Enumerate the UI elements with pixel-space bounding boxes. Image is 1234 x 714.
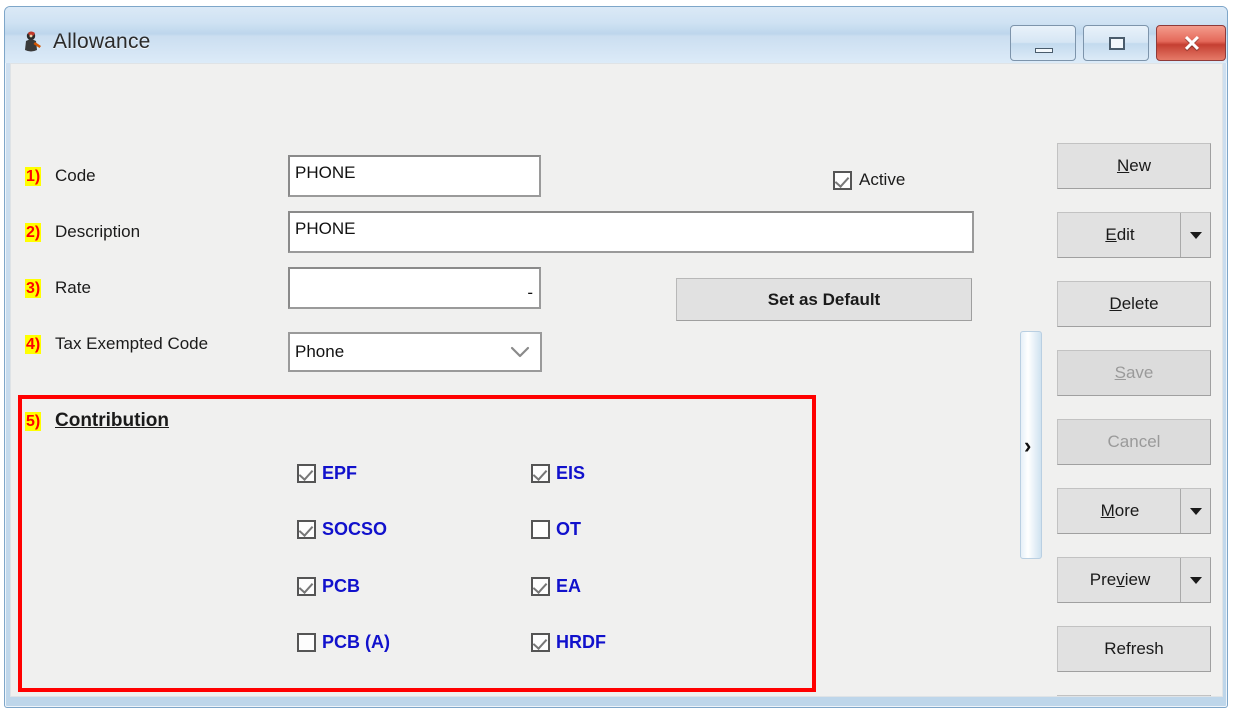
chevron-down-icon	[1189, 508, 1202, 516]
client-area: 1) Code PHONE Active 2) Description PHON…	[10, 63, 1223, 697]
chevron-down-icon	[1189, 232, 1202, 240]
checkbox-icon-ot	[531, 520, 550, 539]
minimize-button[interactable]	[1010, 25, 1076, 61]
checkbox-icon-hrdf	[531, 633, 550, 652]
checkbox-icon-pcb	[297, 577, 316, 596]
description-input[interactable]: PHONE	[288, 211, 974, 253]
close-button[interactable]: ✕	[1156, 25, 1226, 61]
contribution-annotation-box	[18, 395, 816, 692]
preview-dropdown-toggle[interactable]	[1180, 558, 1210, 602]
delete-button[interactable]: Delete	[1057, 281, 1211, 327]
checkbox-eis[interactable]: EIS	[531, 463, 585, 484]
refresh-button-label: Refresh	[1104, 639, 1164, 658]
checkbox-epf[interactable]: EPF	[297, 463, 357, 484]
checkbox-label-ea: EA	[556, 576, 582, 596]
description-label: Description	[55, 222, 141, 241]
checkbox-icon-socso	[297, 520, 316, 539]
rate-label: Rate	[55, 278, 91, 297]
checkbox-label-hrdf: HRDF	[556, 632, 606, 652]
checkbox-label-pcb-a: PCB (A)	[322, 632, 390, 652]
tax-exempted-code-value: Phone	[295, 342, 345, 361]
maximize-button[interactable]	[1083, 25, 1149, 61]
tax-exempted-code-select[interactable]: Phone	[288, 332, 542, 372]
marker-2: 2)	[25, 223, 42, 242]
edit-dropdown-toggle[interactable]	[1180, 213, 1210, 257]
description-value: PHONE	[295, 219, 356, 238]
window-title: Allowance	[53, 30, 151, 53]
cancel-button: Cancel	[1057, 419, 1211, 465]
more-button-label: More	[1100, 501, 1140, 520]
checkbox-hrdf[interactable]: HRDF	[531, 632, 606, 653]
save-button-label: Save	[1114, 363, 1154, 382]
checkbox-icon-epf	[297, 464, 316, 483]
edit-button-label: Edit	[1105, 225, 1135, 244]
checkbox-pcb[interactable]: PCB	[297, 576, 360, 597]
rate-suffix: -	[527, 283, 533, 302]
checkbox-ot[interactable]: OT	[531, 519, 581, 540]
splitter-expand-icon[interactable]: ›	[1024, 435, 1031, 457]
checkbox-label-eis: EIS	[556, 463, 586, 483]
new-button[interactable]: New	[1057, 143, 1211, 189]
checkbox-icon-pcb-a	[297, 633, 316, 652]
checkbox-label-epf: EPF	[322, 463, 358, 483]
restore-icon	[1109, 37, 1125, 50]
active-checkbox[interactable]: Active	[833, 170, 905, 190]
marker-3: 3)	[25, 279, 42, 298]
checkbox-icon-ea	[531, 577, 550, 596]
close-icon: ✕	[1182, 31, 1202, 56]
cancel-button-label: Cancel	[1107, 432, 1161, 451]
active-label: Active	[859, 170, 906, 189]
marker-5: 5)	[25, 412, 42, 431]
set-as-default-button[interactable]: Set as Default	[676, 278, 972, 321]
checkbox-socso[interactable]: SOCSO	[297, 519, 387, 540]
minimize-icon	[1035, 48, 1053, 53]
contribution-title: Contribution	[55, 410, 169, 431]
refresh-button[interactable]: Refresh	[1057, 626, 1211, 672]
save-button: Save	[1057, 350, 1211, 396]
preview-button-label: Preview	[1089, 570, 1151, 589]
rate-input[interactable]: -	[288, 267, 541, 309]
browse-button[interactable]: Browse	[1057, 695, 1211, 696]
delete-button-label: Delete	[1109, 294, 1159, 313]
checkbox-pcb-a[interactable]: PCB (A)	[297, 632, 390, 653]
checkbox-icon-eis	[531, 464, 550, 483]
chevron-down-icon	[1189, 577, 1202, 585]
marker-4: 4)	[25, 335, 42, 354]
code-value: PHONE	[295, 163, 356, 182]
more-button[interactable]: More	[1057, 488, 1211, 534]
new-button-label: New	[1116, 156, 1151, 175]
allowance-window: Allowance ✕ 1) Code PHONE Active 2) Desc…	[4, 6, 1228, 708]
preview-button[interactable]: Preview	[1057, 557, 1211, 603]
code-label: Code	[55, 166, 96, 185]
code-input[interactable]: PHONE	[288, 155, 541, 197]
checkbox-label-pcb: PCB	[322, 576, 361, 596]
tax-exempted-code-label: Tax Exempted Code	[55, 334, 209, 353]
chevron-down-icon	[510, 346, 530, 358]
checkbox-label-ot: OT	[556, 519, 581, 539]
more-dropdown-toggle[interactable]	[1180, 489, 1210, 533]
marker-1: 1)	[25, 167, 42, 186]
checkbox-label-socso: SOCSO	[322, 519, 388, 539]
checkbox-icon-active	[833, 170, 852, 190]
title-bar[interactable]: Allowance ✕	[5, 7, 1227, 63]
app-icon	[25, 31, 41, 52]
checkbox-ea[interactable]: EA	[531, 576, 581, 597]
edit-button[interactable]: Edit	[1057, 212, 1211, 258]
